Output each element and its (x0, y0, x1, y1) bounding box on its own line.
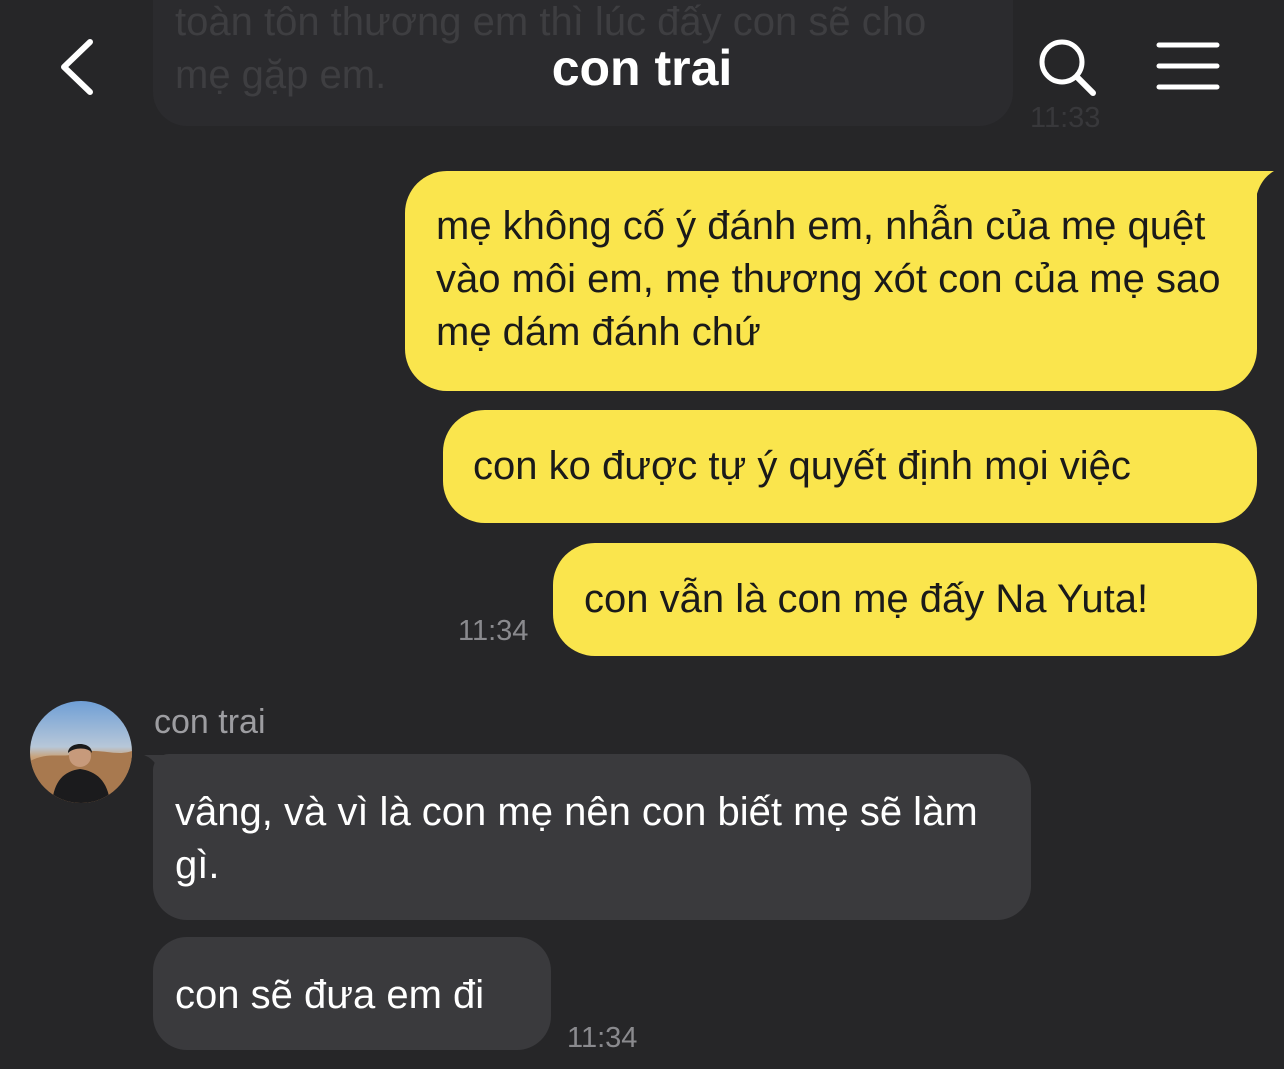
incoming-timestamp: 11:34 (567, 1022, 638, 1054)
incoming-message-text: vâng, và vì là con mẹ nên con biết mẹ sẽ… (175, 790, 978, 887)
incoming-message-text: con sẽ đưa em đi (175, 973, 485, 1017)
back-button[interactable] (52, 34, 112, 100)
sender-name: con trai (154, 703, 266, 741)
outgoing-message-bubble[interactable]: mẹ không cố ý đánh em, nhẫn của mẹ quệt … (405, 171, 1257, 391)
contact-avatar[interactable] (30, 701, 132, 803)
chevron-left-icon (61, 39, 93, 95)
avatar-photo (30, 701, 132, 803)
outgoing-timestamp: 11:34 (458, 615, 529, 647)
outgoing-message-text: mẹ không cố ý đánh em, nhẫn của mẹ quệt … (436, 204, 1221, 354)
incoming-message-bubble[interactable]: vâng, và vì là con mẹ nên con biết mẹ sẽ… (153, 754, 1031, 920)
chat-header: con trai (0, 0, 1284, 140)
search-button[interactable] (1034, 34, 1100, 100)
outgoing-message-bubble[interactable]: con ko được tự ý quyết định mọi việc (443, 410, 1257, 523)
outgoing-message-bubble[interactable]: con vẫn là con mẹ đấy Na Yuta! (553, 543, 1257, 656)
outgoing-message-text: con vẫn là con mẹ đấy Na Yuta! (584, 577, 1149, 621)
menu-button[interactable] (1152, 36, 1224, 98)
search-icon (1039, 39, 1096, 96)
outgoing-message-text: con ko được tự ý quyết định mọi việc (473, 444, 1131, 488)
incoming-message-bubble[interactable]: con sẽ đưa em đi (153, 937, 551, 1050)
hamburger-menu-icon (1156, 42, 1220, 90)
